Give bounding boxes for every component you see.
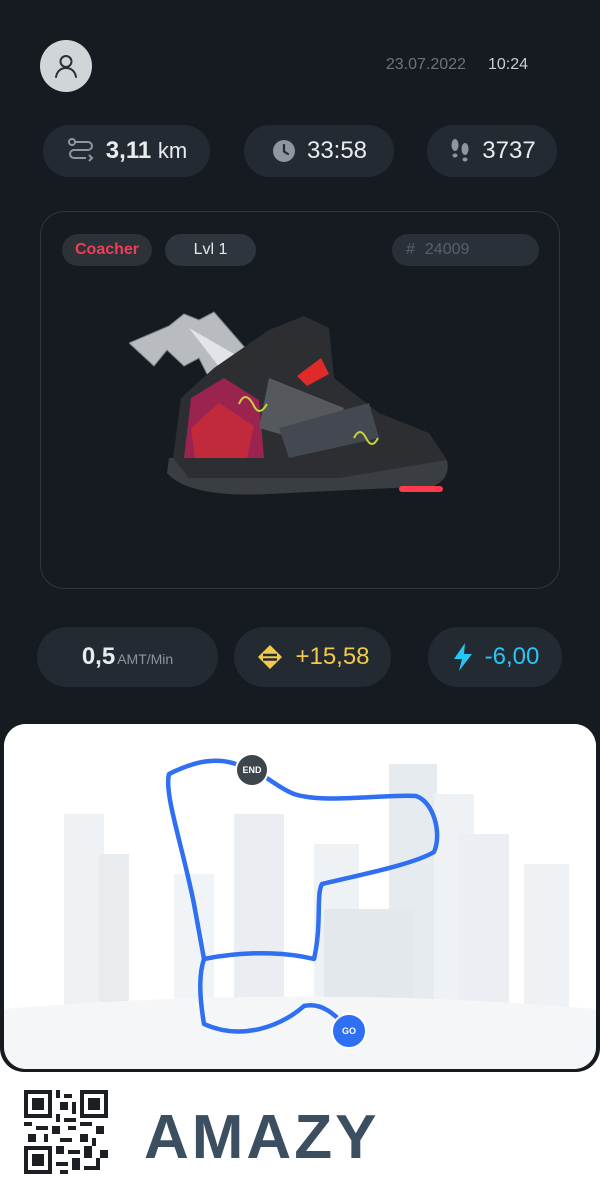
sneaker-id: 24009 — [424, 241, 470, 258]
duration-value: 33:58 — [306, 137, 368, 164]
token-icon — [258, 645, 283, 669]
steps-pill: 3737 — [427, 125, 557, 177]
brand-footer: AMAZY — [4, 1072, 596, 1200]
rate-unit: AMT/Min — [117, 651, 174, 667]
distance-unit: km — [157, 138, 188, 163]
screen: 23.07.2022 10:24 3,11 km 33:58 3737 Coac… — [0, 0, 600, 1200]
earned-tokens-pill: +15,58 — [234, 627, 391, 687]
sneaker-level-badge: Lvl 1 — [165, 234, 256, 266]
earn-rate-pill: 0,5 AMT/Min — [37, 627, 218, 687]
time-text: 10:24 — [487, 56, 528, 73]
route-map: END GO — [4, 724, 596, 1069]
rate-value: 0,5 — [81, 643, 116, 670]
hash-symbol: # — [406, 241, 415, 258]
route-icon — [67, 138, 94, 162]
route-end-label: END — [242, 765, 262, 775]
sneaker-id-badge: # 24009 — [392, 234, 539, 266]
distance-pill: 3,11 km — [43, 125, 210, 177]
distance-value: 3,11 — [105, 137, 152, 164]
avatar[interactable] — [40, 40, 92, 92]
steps-value: 3737 — [482, 137, 536, 164]
route-end-marker: END — [235, 753, 269, 787]
date-text: 23.07.2022 — [385, 56, 466, 73]
lightning-icon — [453, 643, 472, 671]
user-icon — [55, 55, 77, 78]
route-map-canvas — [4, 724, 596, 1069]
sneaker-image — [129, 311, 448, 495]
qr-code — [24, 1090, 108, 1174]
sneaker-type-badge: Coacher — [62, 234, 152, 266]
clock-icon — [272, 140, 295, 162]
route-start-label: GO — [341, 1026, 356, 1036]
energy-value: -6,00 — [484, 643, 540, 670]
sneaker-card[interactable]: Coacher Lvl 1 # 24009 — [40, 211, 560, 589]
datetime: 23.07.2022 10:24 — [386, 56, 528, 74]
duration-pill: 33:58 — [244, 125, 394, 177]
sneaker-heel-light — [399, 486, 443, 492]
footprints-icon — [451, 139, 469, 162]
earned-value: +15,58 — [295, 643, 370, 670]
city-skyline — [4, 724, 596, 1069]
route-start-marker: GO — [331, 1013, 367, 1049]
energy-pill: -6,00 — [428, 627, 562, 687]
brand-name: AMAZY — [144, 1103, 380, 1172]
